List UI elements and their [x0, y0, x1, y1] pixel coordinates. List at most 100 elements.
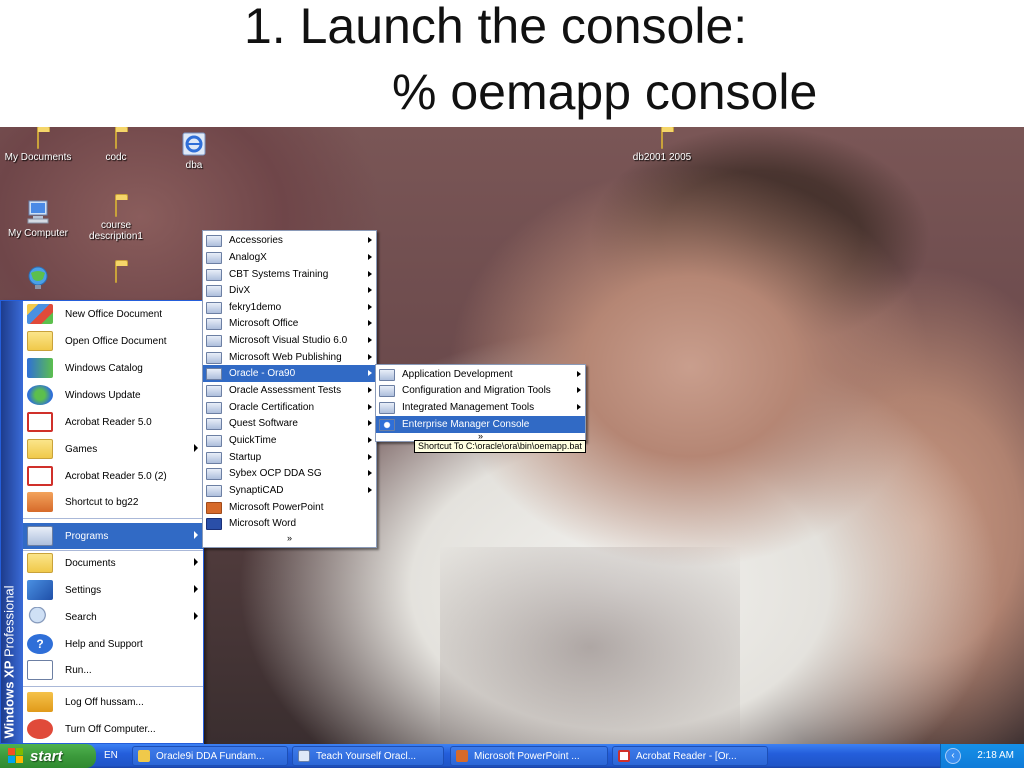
start-item-windows-update[interactable]: Windows Update	[23, 382, 203, 408]
system-tray: ‹ 2:18 AM	[940, 744, 1024, 768]
programs-item-cbt[interactable]: CBT Systems Training	[203, 266, 376, 283]
program-group-icon	[206, 351, 222, 364]
clock[interactable]: 2:18 AM	[977, 744, 1014, 768]
submenu-arrow-icon	[194, 531, 198, 539]
folder-icon	[661, 130, 663, 149]
desktop-icon-codc[interactable]: codc	[74, 130, 158, 163]
programs-item-sybex[interactable]: Sybex OCP DDA SG	[203, 465, 376, 482]
desktop-icon-label: My Computer	[7, 228, 68, 239]
acrobat-icon	[618, 750, 630, 762]
folder-icon	[115, 264, 117, 283]
taskbar-button-label: Acrobat Reader - [Or...	[636, 750, 737, 762]
programs-item-web-publishing[interactable]: Microsoft Web Publishing	[203, 349, 376, 366]
start-menu-separator	[23, 518, 203, 519]
programs-item-visual-studio[interactable]: Microsoft Visual Studio 6.0	[203, 332, 376, 349]
oracle-item-integrated-management[interactable]: Integrated Management Tools	[376, 399, 585, 416]
start-item-windows-catalog[interactable]: Windows Catalog	[23, 355, 203, 381]
programs-item-label: QuickTime	[229, 435, 277, 446]
start-item-label: Settings	[65, 584, 102, 596]
programs-item-accessories[interactable]: Accessories	[203, 232, 376, 249]
programs-item-powerpoint[interactable]: Microsoft PowerPoint	[203, 499, 376, 516]
programs-item-microsoft-office[interactable]: Microsoft Office	[203, 315, 376, 332]
start-item-documents[interactable]: Documents	[23, 550, 203, 576]
programs-item-fekry1demo[interactable]: fekry1demo	[203, 299, 376, 316]
power-icon	[27, 719, 53, 739]
start-item-new-office-document[interactable]: New Office Document	[23, 301, 203, 327]
my-documents-icon	[37, 130, 39, 149]
desktop-icon-network[interactable]	[0, 265, 80, 294]
submenu-arrow-icon	[368, 487, 372, 493]
programs-item-startup[interactable]: Startup	[203, 449, 376, 466]
programs-item-word[interactable]: Microsoft Word	[203, 515, 376, 532]
submenu-arrow-icon	[194, 444, 198, 452]
programs-item-label: Microsoft Visual Studio 6.0	[229, 335, 348, 346]
taskbar-button-powerpoint[interactable]: Microsoft PowerPoint ...	[450, 746, 608, 766]
computer-icon	[27, 200, 49, 224]
programs-item-label: Oracle Certification	[229, 402, 315, 413]
office-icon	[27, 304, 53, 324]
help-icon: ?	[27, 634, 53, 654]
show-hidden-icons-chevron-icon[interactable]: ‹	[945, 748, 961, 764]
programs-item-analogx[interactable]: AnalogX	[203, 249, 376, 266]
start-item-programs[interactable]: Programs	[23, 523, 203, 549]
program-group-icon	[206, 451, 222, 464]
taskbar-button-teach-yourself[interactable]: Teach Yourself Oracl...	[292, 746, 444, 766]
programs-item-quest-software[interactable]: Quest Software	[203, 415, 376, 432]
start-item-help-and-support[interactable]: ? Help and Support	[23, 631, 203, 657]
start-item-acrobat-reader-2[interactable]: Acrobat Reader 5.0 (2)	[23, 463, 203, 489]
desktop-icon-dba[interactable]: dba	[152, 131, 236, 171]
desktop-icon-db2001[interactable]: db2001 2005	[620, 130, 704, 163]
programs-item-quicktime[interactable]: QuickTime	[203, 432, 376, 449]
desktop-icon-folder[interactable]	[74, 264, 158, 286]
search-icon	[27, 607, 53, 627]
powerpoint-icon	[456, 750, 468, 762]
programs-item-label: AnalogX	[229, 252, 267, 263]
desktop-icon-label: dba	[185, 160, 203, 171]
submenu-arrow-icon	[368, 304, 372, 310]
desktop-icon-my-documents[interactable]: My Documents	[0, 130, 80, 163]
slide-command: % oemapp console	[392, 64, 818, 120]
start-item-shortcut-bg22[interactable]: Shortcut to bg22	[23, 489, 203, 515]
start-item-label: Programs	[65, 530, 109, 542]
oracle-item-application-development[interactable]: Application Development	[376, 366, 585, 383]
start-label: start	[30, 747, 63, 765]
start-item-acrobat-reader[interactable]: Acrobat Reader 5.0	[23, 409, 203, 435]
start-item-label: Turn Off Computer...	[65, 723, 156, 735]
slide-title: 1. Launch the console:	[244, 0, 748, 54]
expand-menu-chevron-icon[interactable]: »	[203, 533, 376, 543]
oracle-item-configuration-migration[interactable]: Configuration and Migration Tools	[376, 382, 585, 399]
programs-item-label: CBT Systems Training	[229, 269, 329, 280]
submenu-arrow-icon	[194, 558, 198, 566]
taskbar-button-oracle9i[interactable]: Oracle9i DDA Fundam...	[132, 746, 288, 766]
start-item-settings[interactable]: Settings	[23, 577, 203, 603]
start-item-search[interactable]: Search	[23, 604, 203, 630]
start-item-games[interactable]: Games	[23, 436, 203, 462]
programs-item-oracle-certification[interactable]: Oracle Certification	[203, 399, 376, 416]
programs-item-divx[interactable]: DivX	[203, 282, 376, 299]
start-item-run[interactable]: Run...	[23, 657, 203, 683]
submenu-arrow-icon	[194, 612, 198, 620]
programs-item-synapticad[interactable]: SynaptiCAD	[203, 482, 376, 499]
submenu-arrow-icon	[577, 404, 581, 410]
start-item-label: Games	[65, 443, 98, 455]
desktop-icon-course-description[interactable]: course description1	[74, 198, 158, 242]
submenu-arrow-icon	[368, 354, 372, 360]
start-item-log-off[interactable]: Log Off hussam...	[23, 689, 203, 715]
language-indicator[interactable]: EN	[104, 744, 118, 768]
start-item-label: New Office Document	[65, 308, 163, 320]
programs-item-oracle-assessment[interactable]: Oracle Assessment Tests	[203, 382, 376, 399]
taskbar-button-acrobat[interactable]: Acrobat Reader - [Or...	[612, 746, 768, 766]
submenu-arrow-icon	[368, 237, 372, 243]
programs-item-oracle-ora90[interactable]: Oracle - Ora90	[203, 365, 376, 382]
desktop-icon-my-computer[interactable]: My Computer	[0, 199, 80, 239]
desktop-icon-label: My Documents	[4, 152, 72, 163]
programs-item-label: Microsoft Web Publishing	[229, 352, 342, 363]
start-item-label: Windows Update	[65, 389, 141, 401]
word-icon	[206, 517, 222, 530]
start-item-label: Run...	[65, 664, 92, 676]
submenu-arrow-icon	[577, 387, 581, 393]
acrobat-icon	[27, 412, 53, 432]
start-item-turn-off[interactable]: Turn Off Computer...	[23, 716, 203, 742]
start-item-open-office-document[interactable]: Open Office Document	[23, 328, 203, 354]
start-button[interactable]: start	[0, 744, 96, 768]
